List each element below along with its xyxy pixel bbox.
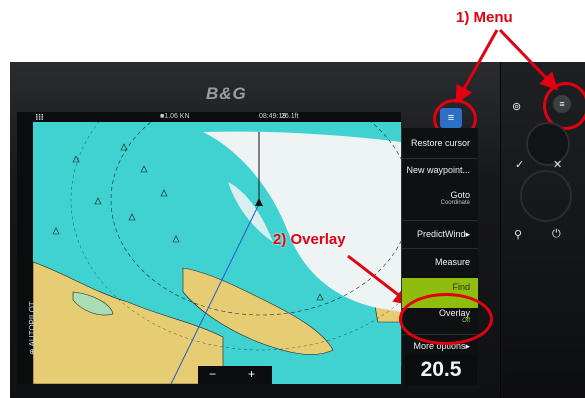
zoom-in-button[interactable]: +: [248, 367, 255, 381]
zoom-out-button[interactable]: −: [209, 367, 216, 381]
rotary-knob[interactable]: [526, 122, 570, 166]
brand-logo: B&G: [206, 84, 247, 103]
vessel-icon: [255, 198, 263, 206]
menu-item-restore-cursor[interactable]: Restore cursor: [402, 138, 478, 148]
menu-item-goto[interactable]: Goto Coordinate: [402, 190, 478, 206]
x-icon[interactable]: ✕: [553, 158, 562, 171]
menu-item-predictwind[interactable]: PredictWind▸: [402, 220, 478, 240]
power-icon[interactable]: ⏻: [552, 228, 561, 241]
checkmark-icon[interactable]: ✓: [515, 158, 524, 171]
nautical-chart[interactable]: [33, 122, 401, 384]
apps-grid-icon[interactable]: [36, 114, 43, 120]
menu-item-new-waypoint[interactable]: New waypoint...: [402, 158, 478, 175]
autopilot-label: AUTOPILOT: [28, 301, 37, 347]
autopilot-button[interactable]: ⊕ AUTOPILOT: [28, 301, 37, 355]
zoom-bar: − +: [198, 366, 272, 384]
chart-map[interactable]: [33, 122, 401, 384]
data-readout: 20.5: [405, 355, 477, 385]
pin-icon[interactable]: ⚲: [514, 228, 522, 241]
deep-water-detail: [228, 182, 273, 242]
direction-pad[interactable]: [520, 170, 572, 222]
menu-item-measure[interactable]: Measure: [402, 248, 478, 267]
annotation-overlay-label: 2) Overlay: [273, 231, 346, 248]
annotation-menu-label: 1) Menu: [456, 9, 513, 26]
depth-readout: 26.1ft: [281, 113, 299, 120]
waypoint-icon[interactable]: ⊚: [512, 100, 521, 113]
speed-readout: ■1.06 KN: [160, 113, 190, 120]
status-bar: ■1.06 KN 08:49:19 26.1ft: [33, 112, 401, 122]
annotation-circle-overlay: [399, 293, 493, 345]
